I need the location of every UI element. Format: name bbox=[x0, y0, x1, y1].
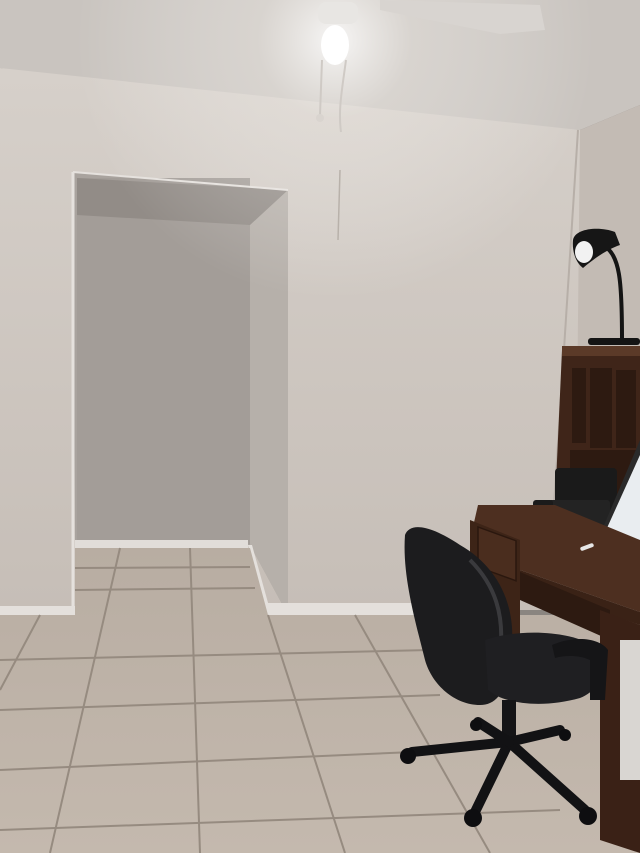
light-glow bbox=[0, 0, 640, 400]
pc-tower bbox=[620, 640, 640, 780]
pull-chain-knob bbox=[316, 114, 324, 122]
lamp-bulb-opening bbox=[575, 241, 593, 263]
alcove-baseboard bbox=[75, 540, 248, 548]
room-photo bbox=[0, 0, 640, 853]
baseboard-left bbox=[0, 606, 75, 616]
hutch-top bbox=[562, 346, 640, 356]
fan-housing bbox=[318, 2, 358, 24]
lamp-base bbox=[588, 338, 640, 345]
baseboard-right bbox=[266, 603, 431, 615]
light-bulb bbox=[321, 25, 349, 65]
